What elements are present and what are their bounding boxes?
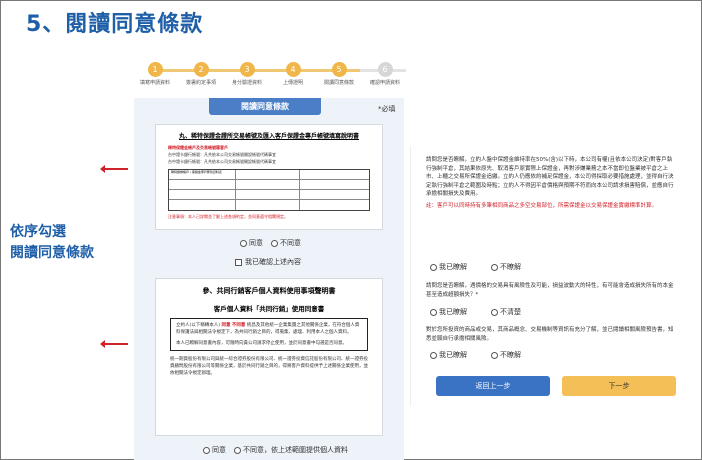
doc1-red-line: 稀特保證金帳戶及交易帳號匯客戶	[168, 145, 228, 150]
doc1-table: 稀特證券帳戶 / 保證金專戶匯款資料表	[168, 169, 370, 211]
step-3-dot: 3	[239, 62, 255, 77]
doc1-agree-option[interactable]: 同意	[240, 238, 263, 248]
question-1-text: 請問您是否瞭解，立約人盤中保證金維持率在50%(含)以下時，本公司有權(且依本公…	[426, 157, 674, 197]
step-4: 4 上傳證明	[270, 60, 316, 86]
step-5-label: 閱讀同意條款	[323, 80, 354, 86]
question-1: 請問您是否瞭解，立約人盤中保證金維持率在50%(含)以下時，本公司有權(且依本公…	[426, 156, 676, 210]
doc1-table-row: 稀特證券帳戶 / 保證金專戶匯款資料表	[169, 170, 369, 180]
q1-understand-label: 我已瞭解	[439, 263, 467, 271]
q2-unclear-option[interactable]: 不清楚	[491, 307, 521, 317]
terms-document-2[interactable]: 參、共同行銷客戶個人資料使用事項聲明書 客戶個人資料「共同行銷」使用同意書 立約…	[155, 278, 383, 436]
radio-icon[interactable]	[430, 263, 437, 271]
doc2-consent-radio-group: 同意 不同意，依上述範圍提供個人資料	[203, 445, 356, 455]
doc2-p1-agree: 同意	[221, 323, 231, 328]
doc2-agree-option[interactable]: 同意	[203, 445, 226, 455]
question-3-text: 對於您所投資的商品或交易，其商品概念、交易機制等資訊有充分了解，並已閱讀相關風險…	[426, 327, 674, 342]
red-arrow-icon	[100, 340, 128, 348]
annotation-line-1: 依序勾選	[10, 224, 66, 240]
q3-not-understand-option[interactable]: 不瞭解	[491, 350, 521, 360]
question-3-options: 我已瞭解 不瞭解	[430, 350, 529, 360]
doc2-subtitle: 客戶個人資料「共同行銷」使用同意書	[213, 305, 325, 313]
radio-icon[interactable]	[491, 308, 498, 316]
doc2-consent-box: 立約人(以下稱轉本人) 同意 不同意 統昌及其他統一企業集團之其他關係企業，在符…	[170, 318, 368, 351]
radio-icon[interactable]	[430, 308, 437, 316]
doc1-title: 丸、稀特保證金證所交易帳號及匯入客戶保證金專戶帳號填寫說明書	[178, 133, 359, 140]
radio-icon[interactable]	[234, 446, 241, 454]
doc1-line-2: 台中證卡銀行帳號：凡共依本公司交易帳號開設帳號代碼事宜	[168, 159, 276, 164]
instruction-annotation: 依序勾選 閱讀同意條款	[10, 222, 94, 264]
doc2-disagree-label: 不同意，依上述範圍提供個人資料	[243, 446, 348, 454]
step-2-label: 簽署約定事項	[185, 80, 216, 86]
progress-stepper: 1 填寫申請資料 2 簽署約定事項 3 身分驗證資料 4 上傳證明 5 閱讀同意條款 6 確…	[132, 60, 408, 86]
doc1-disagree-label: 不同意	[280, 239, 301, 247]
step-1: 1 填寫申請資料	[132, 60, 178, 86]
q1-not-understand-option[interactable]: 不瞭解	[491, 262, 521, 272]
step-5: 5 閱讀同意條款	[316, 60, 362, 86]
question-3: 對於您所投資的商品或交易，其商品概念、交易機制等資訊有充分了解，並已閱讀相關風險…	[426, 326, 676, 343]
step-2-dot: 2	[193, 62, 209, 77]
q3-understand-option[interactable]: 我已瞭解	[430, 350, 467, 360]
doc2-p1-start: 立約人(以下稱轉本人)	[176, 323, 221, 328]
step-3-label: 身分驗證資料	[231, 80, 262, 86]
doc2-body: 統一期貨股份有限公司與統一綜合證券股份有限公司、統一證券投資信託股份有限公司、統…	[170, 357, 368, 376]
doc2-agree-label: 同意	[212, 446, 226, 454]
next-button[interactable]: 下一步	[562, 376, 676, 396]
slide-title: 5、閱讀同意條款	[26, 12, 204, 37]
doc1-confirm-label: 我已確認上述內容	[245, 258, 301, 266]
radio-icon[interactable]	[491, 351, 498, 359]
radio-icon[interactable]	[430, 351, 437, 359]
doc1-footer: 注意事項：本人已詳閱並了解上述各項約定，並同意遵守相關規定。	[168, 214, 288, 219]
red-arrow-icon	[100, 165, 128, 173]
doc1-disagree-option[interactable]: 不同意	[271, 238, 301, 248]
doc1-table-col	[235, 170, 236, 210]
q3-understand-label: 我已瞭解	[439, 351, 467, 359]
checkbox-icon[interactable]	[235, 258, 242, 266]
step-3: 3 身分驗證資料	[224, 60, 270, 86]
doc1-table-col	[299, 170, 300, 210]
q2-unclear-label: 不清楚	[500, 308, 521, 316]
step-1-label: 填寫申請資料	[139, 80, 170, 86]
doc1-agree-label: 同意	[249, 239, 263, 247]
doc2-paragraph-2: 本人已瞭解同意書內容，可隨時向貴公司請求停止使用，並於同意書中勾選是否同意。	[176, 341, 347, 346]
doc1-consent-radio-group: 同意 不同意	[240, 238, 309, 248]
terms-document-1[interactable]: 丸、稀特保證金證所交易帳號及匯入客戶保證金專戶帳號填寫說明書 稀特保證金帳戶及交…	[155, 124, 383, 230]
doc2-paragraph-1: 立約人(以下稱轉本人) 同意 不同意 統昌及其他統一企業集團之其他關係企業，在符…	[176, 322, 362, 336]
panel-header: 閱讀同意條款	[209, 98, 321, 115]
radio-icon[interactable]	[203, 446, 210, 454]
question-2-text: 請問您是否瞭解，遇價格的交易具有風險性及可能，損益波動大的特性，有可能會造成損失…	[426, 283, 674, 298]
required-note: *必填	[378, 105, 396, 113]
step-4-label: 上傳證明	[282, 80, 303, 86]
doc2-disagree-option[interactable]: 不同意，依上述範圍提供個人資料	[234, 445, 348, 455]
back-button[interactable]: 返回上一步	[436, 376, 550, 396]
q2-understand-option[interactable]: 我已瞭解	[430, 307, 467, 317]
step-4-dot: 4	[285, 62, 301, 77]
doc1-table-row	[169, 190, 369, 200]
step-6: 6 確認申請資料	[362, 60, 408, 86]
q2-understand-label: 我已瞭解	[439, 308, 467, 316]
doc1-line-1: 台中證卡銀行帳號：凡共依本公司交易帳號開設帳號代碼事宜	[168, 152, 276, 157]
step-6-label: 確認申請資料	[369, 80, 400, 86]
radio-icon[interactable]	[491, 263, 498, 271]
question-2-options: 我已瞭解 不清楚	[430, 307, 529, 317]
step-6-dot: 6	[377, 62, 393, 77]
annotation-line-2: 閱讀同意條款	[10, 245, 94, 261]
step-5-dot: 5	[331, 62, 347, 77]
doc2-title: 參、共同行銷客戶個人資料使用事項聲明書	[202, 287, 336, 295]
doc2-p1-disagree: 不同意	[231, 323, 246, 328]
radio-icon[interactable]	[271, 239, 278, 247]
doc1-confirm-checkbox[interactable]: 我已確認上述內容	[235, 257, 301, 267]
step-2: 2 簽署約定事項	[178, 60, 224, 86]
q1-not-understand-label: 不瞭解	[500, 263, 521, 271]
q3-not-understand-label: 不瞭解	[500, 351, 521, 359]
q1-understand-option[interactable]: 我已瞭解	[430, 262, 467, 272]
question-1-note: 註：客戶可以同時持有多筆相同商品之多空交易部位，所需保證金以交易保證金實繳標準計…	[426, 202, 658, 209]
radio-icon[interactable]	[240, 239, 247, 247]
question-2: 請問您是否瞭解，遇價格的交易具有風險性及可能，損益波動大的特性，有可能會造成損失…	[426, 282, 676, 299]
doc1-table-row	[169, 180, 369, 190]
step-1-dot: 1	[147, 62, 163, 77]
question-1-options: 我已瞭解 不瞭解	[430, 262, 529, 272]
